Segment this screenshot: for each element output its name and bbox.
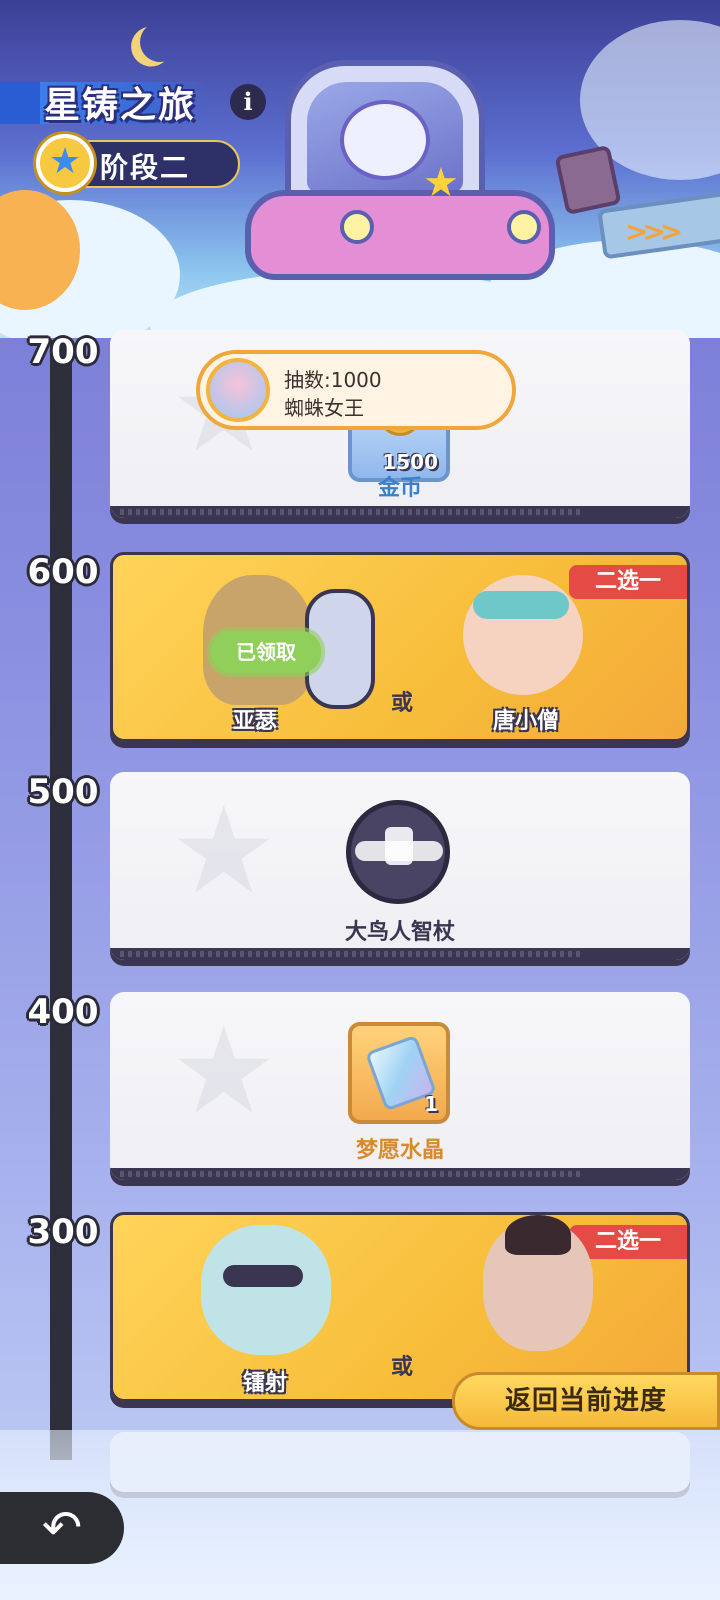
or-label: 或 <box>391 691 414 716</box>
tier-tick: 700 <box>27 332 99 372</box>
return-progress-button[interactable]: 返回当前进度 <box>452 1372 720 1430</box>
progress-timeline <box>50 340 72 1460</box>
reward-name: 大鸟人智杖 <box>344 920 455 945</box>
item-quantity: 1 <box>424 1092 438 1116</box>
info-icon[interactable]: i <box>230 84 266 120</box>
chevron-icon: >>> <box>625 215 683 248</box>
tier-tick: 600 <box>27 552 99 592</box>
reward-name: 梦愿水晶 <box>355 1138 444 1163</box>
character-name: 亚瑟 <box>233 709 278 734</box>
character-name: 唐小僧 <box>493 709 560 734</box>
goggles <box>473 591 569 619</box>
reward-card-400[interactable]: ★ 1 梦愿水晶 <box>110 992 690 1180</box>
stage-label: 阶段二 <box>100 151 191 184</box>
laser-character[interactable] <box>201 1225 331 1355</box>
tier-tick: 300 <box>27 1212 99 1252</box>
tier-tick: 400 <box>27 992 99 1032</box>
popup-character: 蜘蛛女王 <box>284 396 364 420</box>
popup-draws: 抽数:1000 <box>284 368 382 392</box>
star-icon: ★ <box>36 134 94 192</box>
claimed-stamp: 已领取 <box>211 631 321 673</box>
car-illustration: ★ <box>245 60 565 290</box>
character-name: 镭射 <box>243 1371 288 1396</box>
or-label: 或 <box>391 1355 414 1380</box>
lock-staff-icon[interactable] <box>346 800 450 904</box>
crystal-item[interactable]: 1 <box>348 1022 450 1124</box>
reward-card-500[interactable]: ★ 大鸟人智杖 <box>110 772 690 960</box>
reward-name: 金币 <box>377 476 422 501</box>
star-icon: ★ <box>423 160 459 206</box>
milestone-popup[interactable]: 抽数:1000 蜘蛛女王 <box>196 350 516 430</box>
hair <box>505 1215 571 1255</box>
tier-tick: 500 <box>27 772 99 812</box>
choice-badge: 二选一 <box>569 565 687 599</box>
back-arrow-icon[interactable]: ↶ <box>0 1492 124 1564</box>
page-title: 星铸之旅 <box>44 85 197 126</box>
reward-card-600: 二选一 已领取 亚瑟 或 唐小僧 <box>110 552 690 742</box>
avatar <box>206 358 270 422</box>
driver-character <box>340 100 430 180</box>
moon-icon <box>137 19 183 65</box>
visor <box>223 1265 303 1287</box>
